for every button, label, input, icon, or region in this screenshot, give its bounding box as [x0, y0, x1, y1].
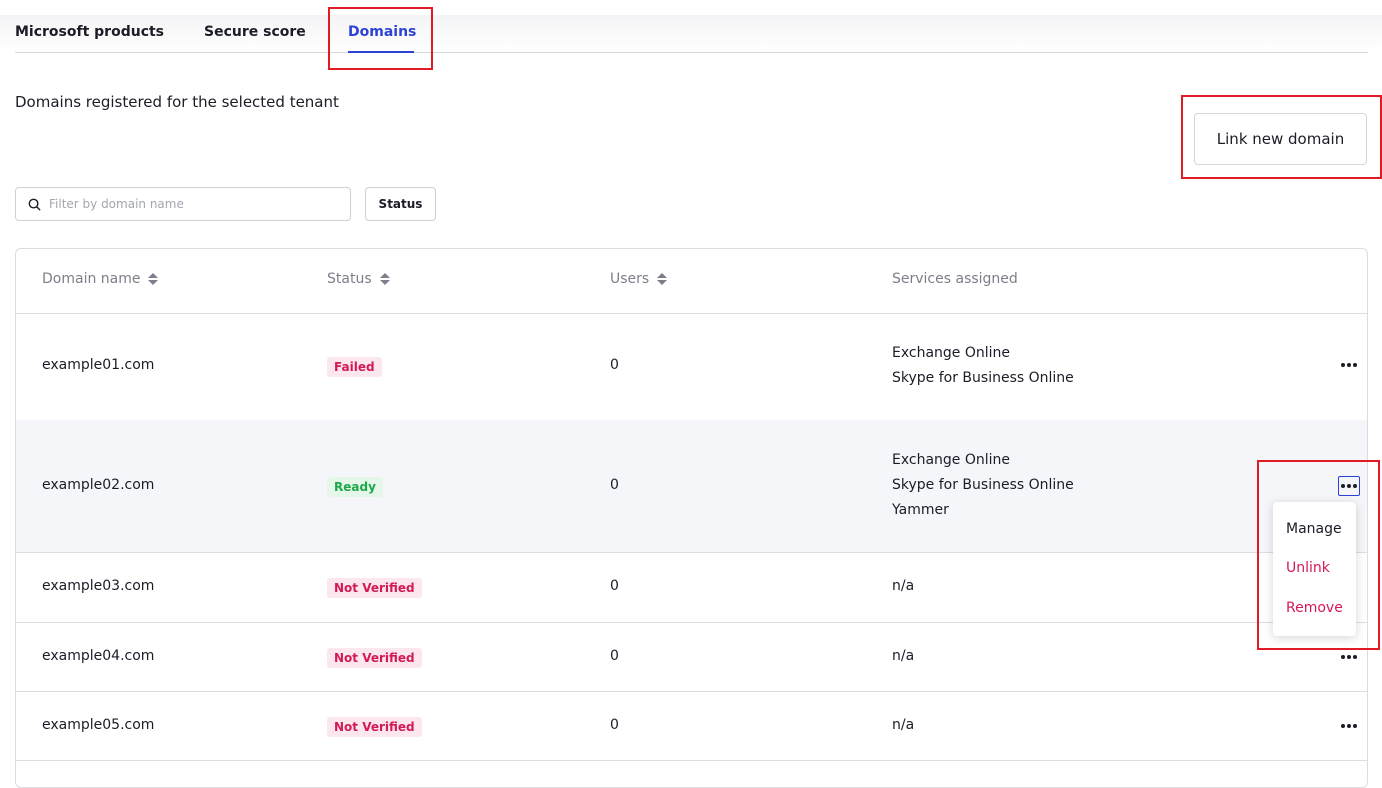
- domain-name: example03.com: [42, 578, 155, 594]
- active-tab-indicator: [348, 51, 414, 53]
- service-item: Skype for Business Online: [892, 370, 1074, 386]
- page-subtitle: Domains registered for the selected tena…: [15, 93, 339, 111]
- sort-icon: [379, 273, 390, 285]
- link-new-domain-button[interactable]: Link new domain: [1194, 113, 1367, 165]
- menu-item-remove[interactable]: Remove: [1286, 600, 1343, 616]
- menu-item-unlink[interactable]: Unlink: [1286, 560, 1330, 576]
- more-horizontal-icon: [1341, 363, 1345, 367]
- more-horizontal-icon: [1341, 484, 1345, 488]
- service-item: Exchange Online: [892, 452, 1011, 468]
- domain-name: example01.com: [42, 357, 155, 373]
- services-list: n/a: [892, 574, 914, 599]
- users-count: 0: [610, 717, 619, 733]
- service-item: Skype for Business Online: [892, 477, 1074, 493]
- table-header: Domain name Status Users Services assign…: [16, 249, 1367, 314]
- row-actions-menu: Manage Unlink Remove: [1273, 502, 1356, 636]
- table-row[interactable]: example04.com Not Verified 0 n/a: [16, 622, 1367, 692]
- services-list: Exchange Online Skype for Business Onlin…: [892, 341, 1074, 391]
- column-header-status[interactable]: Status: [327, 271, 390, 287]
- more-actions-button[interactable]: [1338, 716, 1360, 736]
- sort-icon: [148, 273, 159, 285]
- service-item: n/a: [892, 717, 915, 733]
- search-input[interactable]: [49, 197, 329, 211]
- users-count: 0: [610, 648, 619, 664]
- domains-table: Domain name Status Users Services assign…: [15, 248, 1368, 788]
- status-badge: Ready: [327, 477, 383, 497]
- service-item: n/a: [892, 648, 915, 664]
- status-badge: Not Verified: [327, 717, 422, 737]
- search-icon: [28, 198, 41, 210]
- service-item: n/a: [892, 578, 915, 594]
- users-count: 0: [610, 477, 619, 493]
- sort-icon: [657, 273, 668, 285]
- users-count: 0: [610, 578, 619, 594]
- service-item: Yammer: [892, 502, 949, 518]
- services-list: n/a: [892, 713, 914, 738]
- column-header-users[interactable]: Users: [610, 271, 668, 287]
- status-filter-button[interactable]: Status: [365, 187, 436, 221]
- domain-name: example05.com: [42, 717, 155, 733]
- status-badge: Not Verified: [327, 578, 422, 598]
- table-row[interactable]: example02.com Ready 0 Exchange Online Sk…: [16, 420, 1367, 553]
- more-horizontal-icon: [1341, 655, 1345, 659]
- column-header-domain-name[interactable]: Domain name: [42, 271, 159, 287]
- services-list: Exchange Online Skype for Business Onlin…: [892, 448, 1074, 523]
- tab-microsoft-products[interactable]: Microsoft products: [15, 24, 164, 40]
- domain-filter: [15, 187, 351, 221]
- status-badge: Failed: [327, 357, 382, 377]
- tab-domains[interactable]: Domains: [348, 24, 416, 40]
- more-horizontal-icon: [1341, 724, 1345, 728]
- service-item: Exchange Online: [892, 345, 1011, 361]
- services-list: n/a: [892, 644, 914, 669]
- tab-divider: [15, 52, 1368, 53]
- tab-secure-score[interactable]: Secure score: [204, 24, 306, 40]
- more-actions-button[interactable]: [1338, 647, 1360, 667]
- more-actions-button[interactable]: [1338, 476, 1360, 496]
- table-row[interactable]: example03.com Not Verified 0 n/a: [16, 552, 1367, 623]
- domain-name: example02.com: [42, 477, 155, 493]
- users-count: 0: [610, 357, 619, 373]
- domain-name: example04.com: [42, 648, 155, 664]
- more-actions-button[interactable]: [1338, 355, 1360, 375]
- table-row[interactable]: example05.com Not Verified 0 n/a: [16, 691, 1367, 761]
- status-badge: Not Verified: [327, 648, 422, 668]
- table-row[interactable]: example01.com Failed 0 Exchange Online S…: [16, 313, 1367, 421]
- menu-item-manage[interactable]: Manage: [1286, 521, 1342, 537]
- column-header-services: Services assigned: [892, 271, 1018, 287]
